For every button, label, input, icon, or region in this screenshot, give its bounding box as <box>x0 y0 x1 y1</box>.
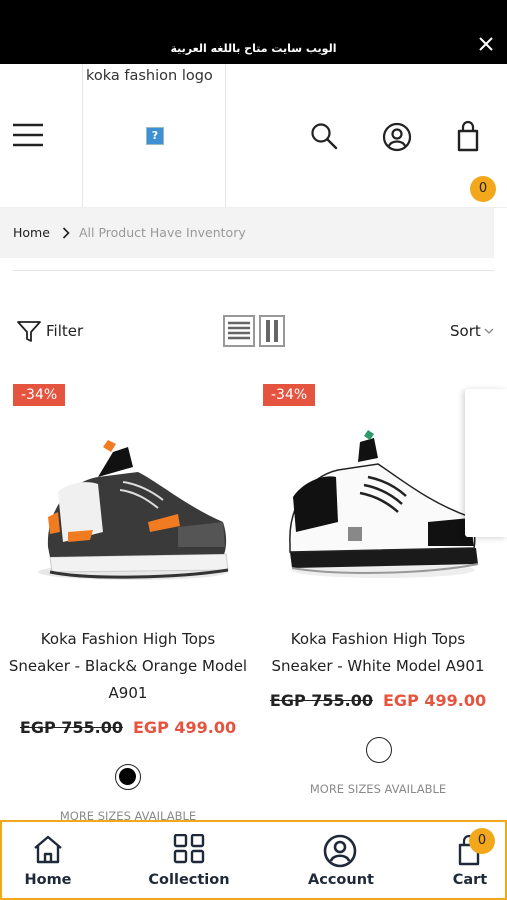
search-icon[interactable] <box>310 122 338 150</box>
breadcrumb-current: All Product Have Inventory <box>79 225 246 240</box>
discount-badge: -34% <box>13 384 66 406</box>
product-card[interactable]: -34% Koka Fashion High Tops Sneaker - Wh… <box>258 382 498 822</box>
filter-icon <box>17 321 41 342</box>
grid-view-icon[interactable] <box>259 315 285 347</box>
close-icon[interactable] <box>477 35 495 53</box>
hamburger-menu-icon[interactable] <box>12 122 44 148</box>
discount-badge: -34% <box>263 384 316 406</box>
nav-home[interactable]: Home <box>16 822 80 898</box>
chevron-down-icon <box>484 328 494 334</box>
divider <box>13 270 494 271</box>
product-image[interactable] <box>28 422 238 622</box>
filter-label: Filter <box>46 322 84 340</box>
announcement-text: الويب سايت متاح باللغه العربية <box>170 42 337 55</box>
broken-image-icon: ? <box>146 127 164 145</box>
nav-cart-label: Cart <box>452 872 488 888</box>
logo-alt-text: koka fashion logo <box>86 68 213 84</box>
color-swatch-white[interactable] <box>366 737 392 763</box>
breadcrumb: Home All Product Have Inventory <box>0 208 494 258</box>
breadcrumb-home-link[interactable]: Home <box>13 225 50 240</box>
site-logo[interactable]: koka fashion logo ? <box>82 64 226 207</box>
site-header: koka fashion logo ? 0 <box>0 64 507 208</box>
filter-button[interactable]: Filter <box>16 318 83 344</box>
nav-collection-label: Collection <box>148 872 230 888</box>
home-icon <box>34 835 62 864</box>
product-title[interactable]: Koka Fashion High Tops Sneaker - Black& … <box>8 626 248 707</box>
grid-icon <box>173 834 205 864</box>
cart-icon[interactable] <box>454 120 486 152</box>
nav-account-label: Account <box>308 872 374 888</box>
more-sizes-label: MORE SIZES AVAILABLE <box>309 782 447 796</box>
nav-collection[interactable]: Collection <box>143 822 235 898</box>
cart-count-badge: 0 <box>470 176 496 202</box>
sale-price: EGP 499.00 <box>133 718 237 737</box>
nav-home-label: Home <box>24 872 72 888</box>
account-icon[interactable] <box>382 122 412 152</box>
chevron-right-icon <box>62 227 70 239</box>
list-view-icon[interactable] <box>223 315 255 347</box>
product-image[interactable] <box>278 422 488 622</box>
product-title[interactable]: Koka Fashion High Tops Sneaker - White M… <box>258 626 498 680</box>
product-prices: EGP 755.00 EGP 499.00 <box>258 691 498 710</box>
bottom-navigation: Home Collection Account Cart <box>0 820 507 900</box>
product-card[interactable]: -34% Koka Fashion High Tops Sneaker - Bl… <box>8 382 248 823</box>
sale-price: EGP 499.00 <box>383 691 487 710</box>
nav-cart-count-badge: 0 <box>469 828 495 854</box>
product-prices: EGP 755.00 EGP 499.00 <box>8 718 248 737</box>
color-swatch-black[interactable] <box>115 764 141 790</box>
announcement-bar: الويب سايت متاح باللغه العربية <box>0 0 507 64</box>
compare-at-price: EGP 755.00 <box>269 691 373 710</box>
account-icon <box>323 834 357 868</box>
nav-account[interactable]: Account <box>300 822 382 898</box>
sort-button[interactable]: Sort <box>450 322 481 340</box>
side-drawer-tab[interactable] <box>465 389 507 537</box>
compare-at-price: EGP 755.00 <box>19 718 123 737</box>
